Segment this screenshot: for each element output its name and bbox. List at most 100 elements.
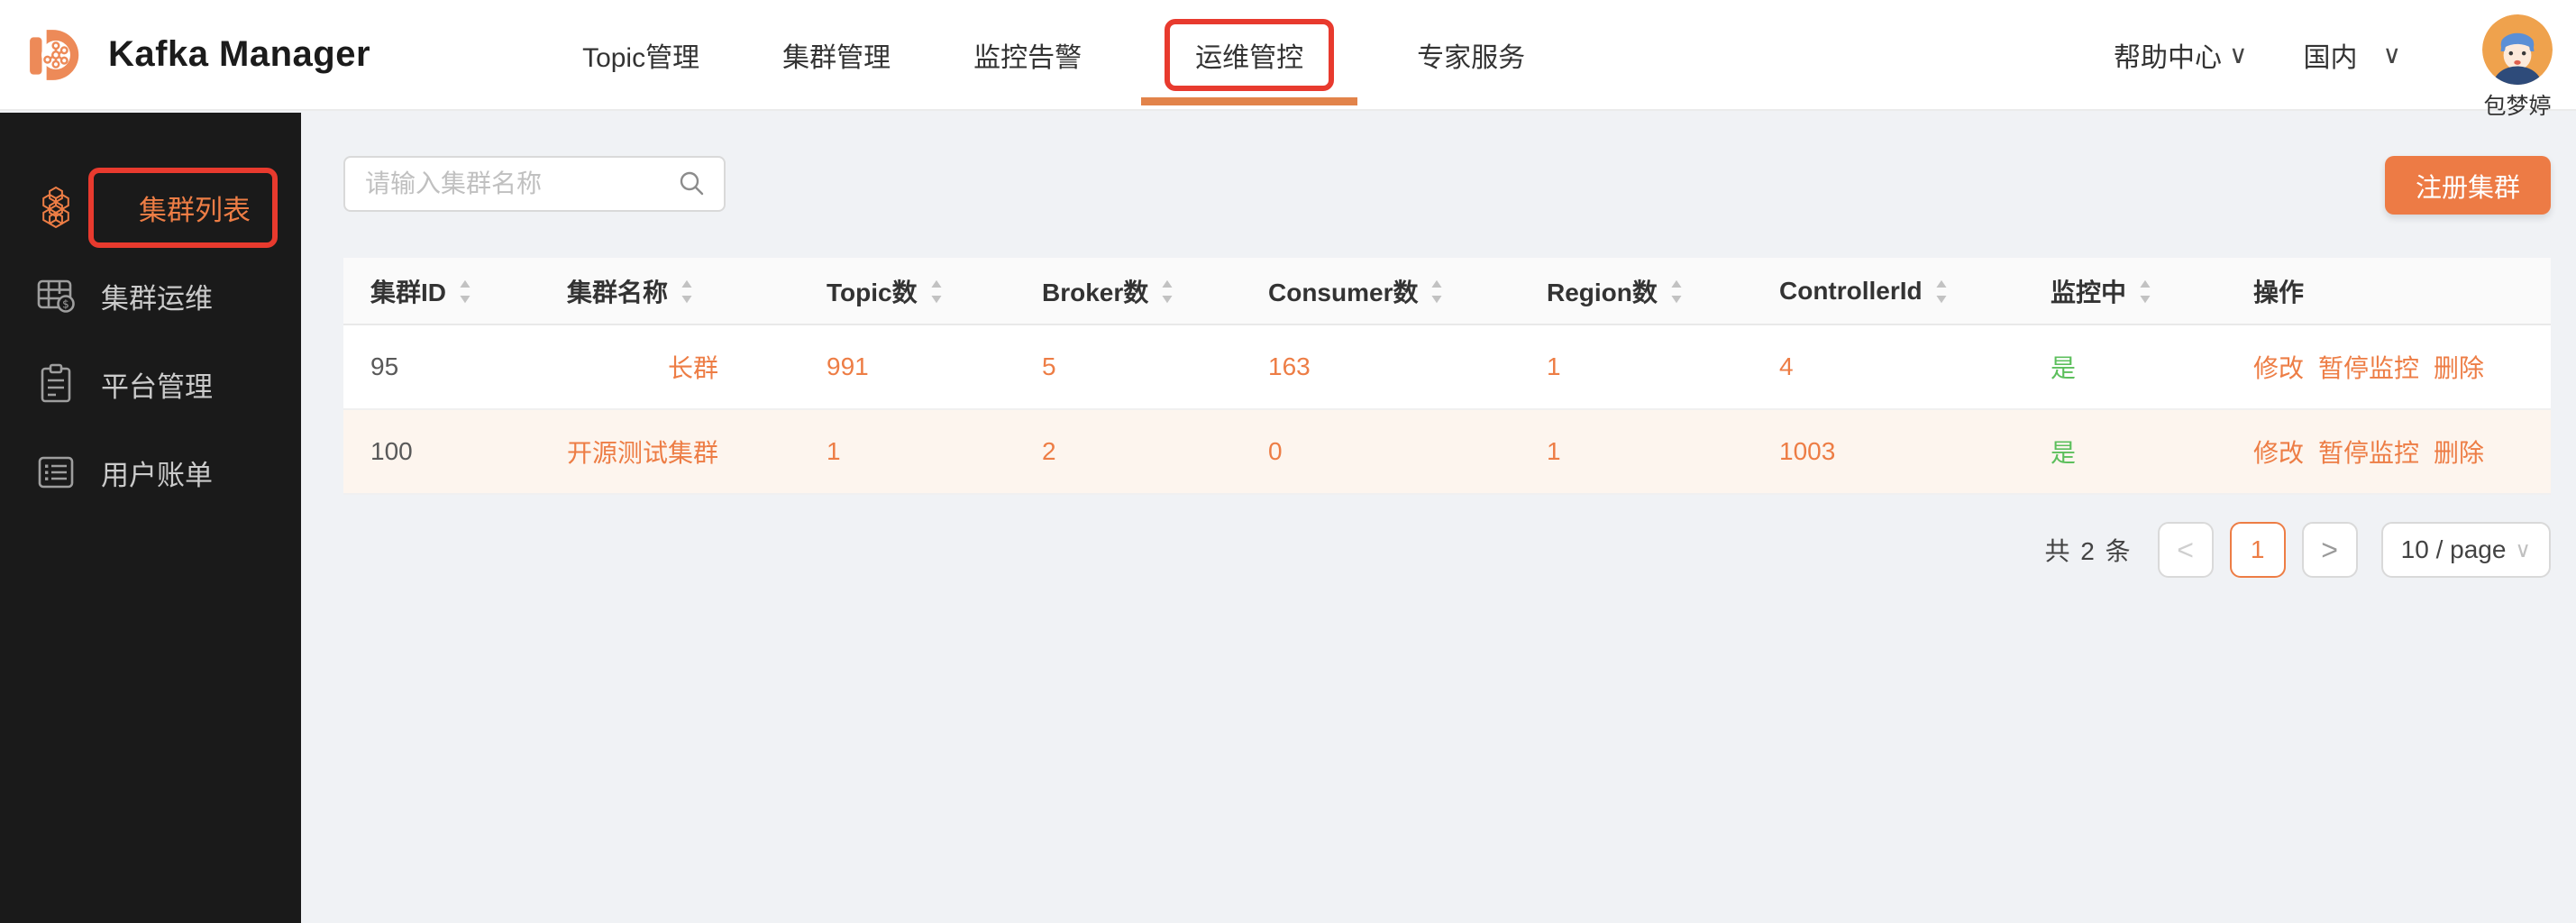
nav-topic-management[interactable]: Topic管理 [582,35,699,75]
sorter[interactable]: ▲ ▼ [1159,276,1176,306]
total-count: 共 2 条 [2044,537,2133,565]
page-size-select[interactable]: 10 / page ∨ [2380,522,2551,578]
table-row: 95 长群 991 5 163 1 4 是 修改 暂停监控 删除 [343,325,2551,410]
pagination: 共 2 条 < 1 > 10 / page ∨ [343,522,2551,578]
col-controller-id[interactable]: ControllerId ▲ ▼ [1779,276,2051,305]
sort-desc-icon[interactable]: ▼ [1667,291,1685,306]
sidebar-item-platform-management[interactable]: 平台管理 [0,340,301,428]
cell-broker-count: 5 [1042,352,1056,380]
top-header: Kafka Manager Topic管理 集群管理 监控告警 运维管控 专家服… [0,0,2576,119]
prev-page-button[interactable]: < [2157,522,2214,578]
col-region-count[interactable]: Region数 ▲ ▼ [1547,273,1779,309]
user-block[interactable]: 包梦婷 [2482,14,2553,121]
pause-monitoring-link[interactable]: 暂停监控 [2318,434,2419,470]
sort-asc-icon[interactable]: ▲ [2137,276,2154,290]
edit-link[interactable]: 修改 [2253,434,2304,470]
sidebar-item-cluster-ops[interactable]: $ 集群运维 [0,251,301,340]
sort-desc-icon[interactable]: ▼ [2137,291,2154,306]
sidebar-item-user-billing[interactable]: 用户账单 [0,428,301,516]
col-monitoring[interactable]: 监控中 ▲ ▼ [2051,273,2253,309]
sort-asc-icon[interactable]: ▲ [1667,276,1685,290]
avatar [2482,14,2553,85]
cell-broker-count: 2 [1042,437,1056,465]
app-logo-icon [30,29,79,80]
cell-cluster-name[interactable]: 长群 [567,349,827,385]
sort-asc-icon[interactable]: ▲ [1932,276,1950,290]
delete-link[interactable]: 删除 [2434,349,2484,385]
cluster-search-box[interactable] [343,156,726,212]
nav-monitoring-alerts[interactable]: 监控告警 [973,35,1082,75]
cell-region-count: 1 [1547,437,1561,465]
username: 包梦婷 [2483,93,2552,119]
page-1-button[interactable]: 1 [2229,522,2286,578]
sorter[interactable]: ▲ ▼ [679,276,696,306]
region-label: 国内 [2303,42,2358,73]
sort-desc-icon[interactable]: ▼ [1159,291,1176,306]
table-row: 100 开源测试集群 1 2 0 1 1003 是 修改 暂停监控 删除 [343,410,2551,495]
brand[interactable]: Kafka Manager [27,25,370,85]
sorter[interactable]: ▲ ▼ [1667,276,1685,306]
cell-consumer-count: 0 [1268,437,1283,465]
sort-asc-icon[interactable]: ▲ [679,276,696,290]
region-dropdown[interactable]: 国内 ∨ [2304,35,2402,75]
cell-controller-id: 4 [1779,352,1794,380]
sidebar-item-cluster-list[interactable]: 集群列表 [0,163,301,251]
clipboard-icon [41,363,71,403]
sorter[interactable]: ▲ ▼ [1932,276,1950,306]
sidebar: 集群列表 $ 集群运维 平台管理 用户账单 [0,113,301,923]
sidebar-label-user-billing: 用户账单 [101,459,213,491]
nav-ops-management-active[interactable]: 运维管控 [1141,18,1358,105]
col-broker-count[interactable]: Broker数 ▲ ▼ [1042,273,1268,309]
cell-controller-id: 1003 [1779,437,1836,465]
delete-link[interactable]: 删除 [2434,434,2484,470]
sorter[interactable]: ▲ ▼ [927,276,945,306]
col-topic-count[interactable]: Topic数 ▲ ▼ [827,273,1042,309]
sidebar-label-cluster-list: 集群列表 [139,194,251,226]
sort-desc-icon[interactable]: ▼ [1932,291,1950,306]
edit-link[interactable]: 修改 [2253,349,2304,385]
search-icon[interactable] [677,169,708,199]
cell-cluster-id: 100 [370,437,413,465]
table-header-row: 集群ID ▲ ▼ 集群名称 ▲ ▼ Topic数 ▲ ▼ Broker数 ▲ ▼ Con… [343,258,2551,325]
pause-monitoring-link[interactable]: 暂停监控 [2318,349,2419,385]
cell-cluster-name[interactable]: 开源测试集群 [567,434,827,470]
col-cluster-id[interactable]: 集群ID ▲ ▼ [343,273,567,309]
next-page-button[interactable]: > [2301,522,2358,578]
cell-region-count: 1 [1547,352,1561,380]
cell-consumer-count: 163 [1268,352,1311,380]
app-title: Kafka Manager [108,34,371,74]
active-nav-underline [1141,96,1358,105]
sorter[interactable]: ▲ ▼ [1429,276,1446,306]
svg-text:$: $ [62,298,69,311]
help-center-label: 帮助中心 [2114,42,2222,73]
sort-desc-icon[interactable]: ▼ [1429,291,1446,306]
col-cluster-name[interactable]: 集群名称 ▲ ▼ [567,273,827,309]
sort-desc-icon[interactable]: ▼ [927,291,945,306]
cell-monitoring-status: 是 [2051,354,2077,382]
search-input[interactable] [365,169,677,198]
register-cluster-button[interactable]: 注册集群 [2384,156,2551,215]
sort-asc-icon[interactable]: ▲ [927,276,945,290]
cell-actions: 修改 暂停监控 删除 [2253,349,2551,385]
sidebar-label-platform-management: 平台管理 [101,370,213,403]
nav-cluster-management[interactable]: 集群管理 [782,35,891,75]
help-center-dropdown[interactable]: 帮助中心 ∨ [2114,35,2248,75]
sorter[interactable]: ▲ ▼ [457,276,474,306]
nav-ops-management-label: 运维管控 [1195,42,1304,73]
nav-expert-services[interactable]: 专家服务 [1417,35,1525,75]
list-icon [38,456,74,489]
honeycomb-icon [42,186,69,229]
sort-asc-icon[interactable]: ▲ [1429,276,1446,290]
sidebar-label-cluster-ops: 集群运维 [101,282,213,315]
col-consumer-count[interactable]: Consumer数 ▲ ▼ [1268,273,1547,309]
sort-desc-icon[interactable]: ▼ [457,291,474,306]
sorter[interactable]: ▲ ▼ [2137,276,2154,306]
cluster-table: 集群ID ▲ ▼ 集群名称 ▲ ▼ Topic数 ▲ ▼ Broker数 ▲ ▼ Con… [343,258,2551,495]
sort-asc-icon[interactable]: ▲ [1159,276,1176,290]
next-icon: > [2321,533,2338,566]
sort-desc-icon[interactable]: ▼ [679,291,696,306]
cell-cluster-id: 95 [370,352,399,380]
sort-asc-icon[interactable]: ▲ [457,276,474,290]
main-content: 注册集群 集群ID ▲▼ 集群名称 ▲▼ Topic数 ▲▼ Broker数 ▲… [301,113,2576,923]
main-nav: Topic管理 集群管理 监控告警 运维管控 专家服务 [582,18,1525,105]
